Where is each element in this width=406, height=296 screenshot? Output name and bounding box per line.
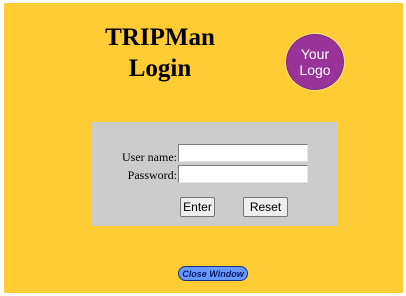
page-title: TRIPMan Login bbox=[98, 22, 222, 84]
close-window-button[interactable]: Close Window bbox=[178, 266, 248, 281]
reset-button[interactable]: Reset bbox=[243, 197, 288, 217]
title-line-2: Login bbox=[128, 55, 192, 82]
enter-button[interactable]: Enter bbox=[180, 197, 215, 217]
logo-line-1: Your bbox=[300, 46, 330, 62]
username-label: User name: bbox=[122, 150, 177, 164]
title-line-1: TRIPMan bbox=[105, 24, 215, 51]
username-input[interactable] bbox=[178, 144, 308, 162]
logo-text: Your Logo bbox=[295, 46, 335, 78]
logo-line-2: Logo bbox=[299, 62, 331, 78]
close-window-label: Close Window bbox=[182, 268, 244, 279]
password-label: Password: bbox=[127, 168, 177, 182]
password-input[interactable] bbox=[178, 165, 308, 183]
login-page: TRIPMan Login Your Logo User name: Passw… bbox=[0, 0, 406, 296]
your-logo-badge: Your Logo bbox=[286, 34, 344, 90]
